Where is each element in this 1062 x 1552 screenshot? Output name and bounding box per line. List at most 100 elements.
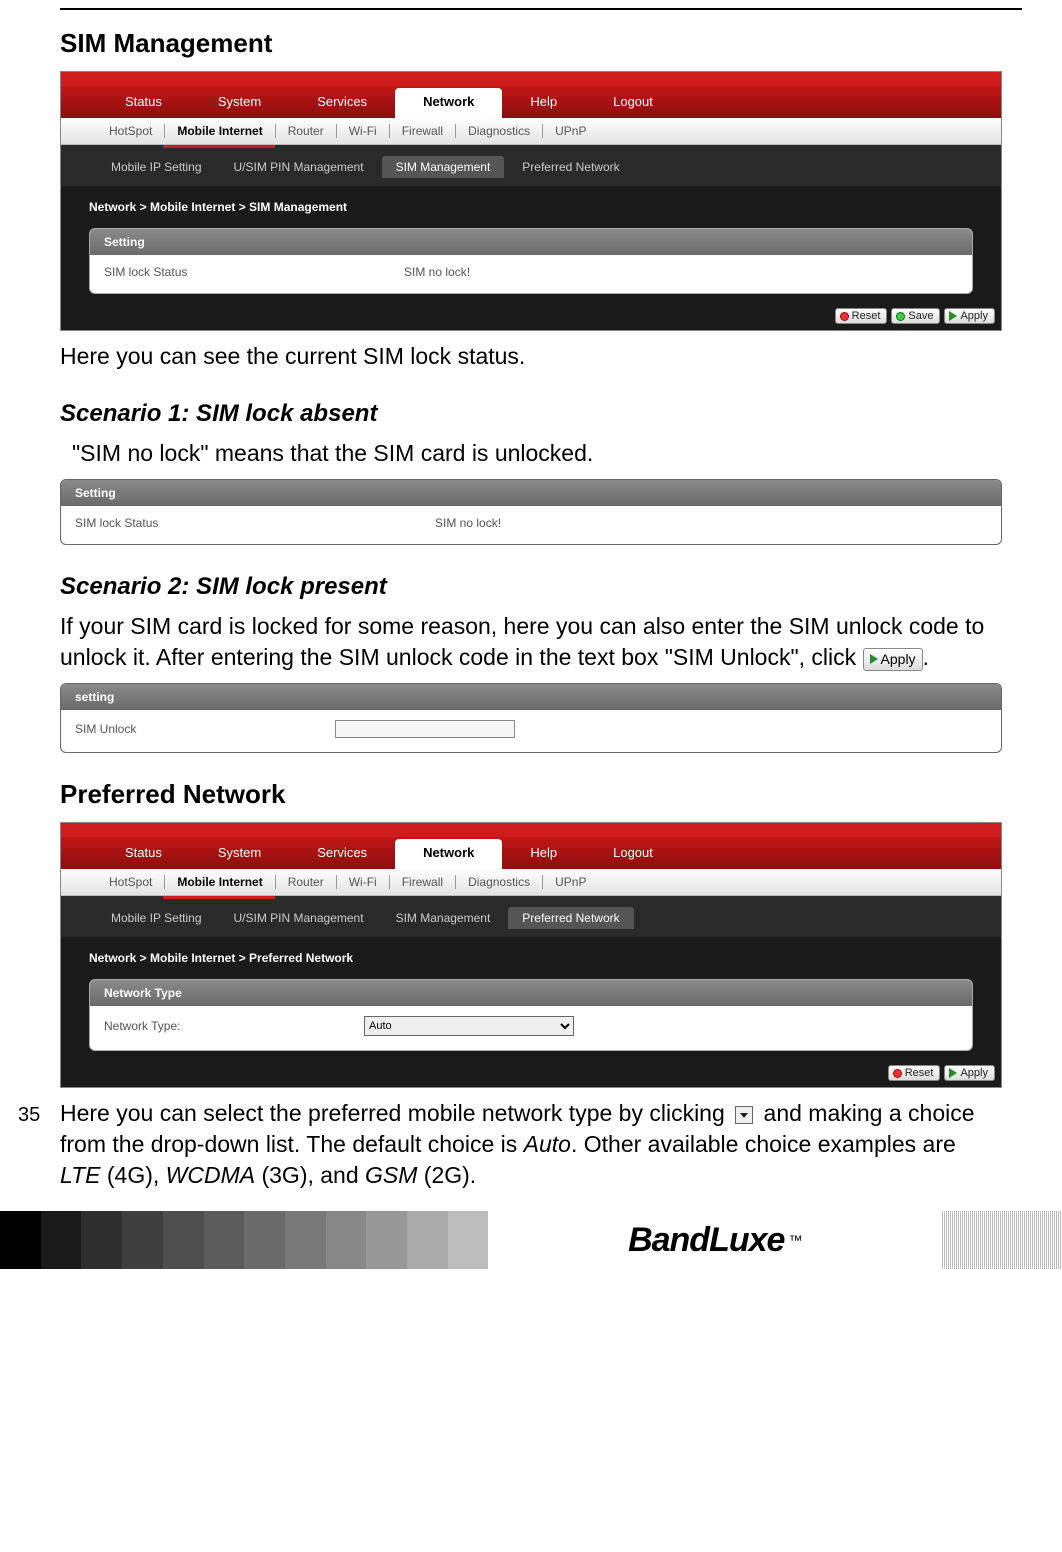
main-tabs: Status System Services Network Help Logo… [61, 837, 1001, 869]
pn-text-d: (4G), [100, 1162, 165, 1188]
scenario-2-text: If your SIM card is locked for some reas… [60, 611, 1002, 673]
main-tabs: Status System Services Network Help Logo… [61, 86, 1001, 118]
ttab-usim-pin-management[interactable]: U/SIM PIN Management [220, 907, 378, 929]
apply-label: Apply [960, 310, 988, 322]
save-icon [896, 312, 905, 321]
tertiary-tabs: Mobile IP Setting U/SIM PIN Management S… [61, 148, 1001, 186]
tab-system[interactable]: System [190, 86, 289, 118]
subtab-hotspot[interactable]: HotSpot [97, 875, 165, 889]
setting-row: Network Type: Auto [90, 1006, 972, 1050]
screenshot-setting-sim-unlock: setting SIM Unlock [60, 683, 1002, 753]
tab-services[interactable]: Services [289, 86, 395, 118]
footer-gradient-blocks [0, 1211, 489, 1269]
reset-label: Reset [852, 310, 881, 322]
save-button[interactable]: Save [891, 308, 940, 324]
pn-text-e: (3G), and [255, 1162, 365, 1188]
tab-system[interactable]: System [190, 837, 289, 869]
reset-icon [893, 1069, 902, 1078]
pn-choice-lte: LTE [60, 1162, 100, 1188]
heading-scenario-2: Scenario 2: SIM lock present [60, 573, 1002, 601]
heading-sim-management: SIM Management [60, 28, 1002, 59]
panel-header: Setting [90, 229, 972, 255]
tab-help[interactable]: Help [502, 86, 585, 118]
inline-apply-button: Apply [863, 648, 923, 671]
setting-panel: Setting SIM lock Status SIM no lock! [89, 228, 973, 294]
screenshot-preferred-network: Status System Services Network Help Logo… [60, 822, 1002, 1088]
subtab-mobile-internet[interactable]: Mobile Internet [165, 124, 275, 138]
trademark-symbol: ™ [788, 1232, 802, 1248]
ttab-preferred-network[interactable]: Preferred Network [508, 156, 633, 178]
sub-tabs: HotSpot Mobile Internet Router Wi-Fi Fir… [61, 118, 1001, 145]
apply-button[interactable]: Apply [944, 1065, 995, 1081]
ttab-mobile-ip-setting[interactable]: Mobile IP Setting [97, 907, 216, 929]
ttab-usim-pin-management[interactable]: U/SIM PIN Management [220, 156, 378, 178]
subtab-firewall[interactable]: Firewall [390, 875, 456, 889]
apply-icon [870, 654, 878, 664]
tab-logout[interactable]: Logout [585, 837, 681, 869]
subtab-diagnostics[interactable]: Diagnostics [456, 124, 543, 138]
breadcrumb: Network > Mobile Internet > Preferred Ne… [89, 951, 973, 965]
tab-services[interactable]: Services [289, 837, 395, 869]
sim-unlock-input[interactable] [335, 720, 515, 738]
ttab-sim-management[interactable]: SIM Management [382, 907, 505, 929]
save-label: Save [908, 310, 933, 322]
subtab-firewall[interactable]: Firewall [390, 124, 456, 138]
subtab-hotspot[interactable]: HotSpot [97, 124, 165, 138]
sim-lock-status-value: SIM no lock! [435, 516, 501, 530]
reset-label: Reset [905, 1067, 934, 1079]
footer-bar: BandLuxe™ [0, 1211, 1062, 1269]
sim-lock-status-label: SIM lock Status [75, 516, 435, 530]
page-number: 35 [18, 1104, 40, 1127]
panel-header: Setting [61, 480, 1001, 506]
dropdown-icon [735, 1106, 753, 1124]
tab-network[interactable]: Network [395, 839, 502, 869]
tab-status[interactable]: Status [97, 86, 190, 118]
tertiary-tabs: Mobile IP Setting U/SIM PIN Management S… [61, 899, 1001, 937]
network-type-select[interactable]: Auto [364, 1016, 574, 1036]
tab-logout[interactable]: Logout [585, 86, 681, 118]
preferred-network-text: Here you can select the preferred mobile… [60, 1098, 1002, 1191]
intro-text: Here you can see the current SIM lock st… [60, 341, 1002, 372]
tab-status[interactable]: Status [97, 837, 190, 869]
subtab-upnp[interactable]: UPnP [543, 124, 598, 138]
subtab-router[interactable]: Router [276, 124, 337, 138]
screenshot-sim-management: Status System Services Network Help Logo… [60, 71, 1002, 331]
apply-label: Apply [881, 650, 916, 669]
apply-icon [949, 311, 957, 321]
tab-help[interactable]: Help [502, 837, 585, 869]
top-red-strip [61, 823, 1001, 837]
apply-icon [949, 1068, 957, 1078]
reset-button[interactable]: Reset [888, 1065, 941, 1081]
scenario-2-text-a: If your SIM card is locked for some reas… [60, 613, 984, 670]
top-red-strip [61, 72, 1001, 86]
action-bar: Reset Save Apply [61, 304, 1001, 330]
subtab-active-marker [163, 896, 275, 899]
pn-text-f: (2G). [417, 1162, 476, 1188]
subtab-wifi[interactable]: Wi-Fi [337, 875, 390, 889]
ttab-preferred-network[interactable]: Preferred Network [508, 907, 633, 929]
sim-unlock-label: SIM Unlock [75, 722, 335, 736]
panel-header: Network Type [90, 980, 972, 1006]
setting-row: SIM lock Status SIM no lock! [61, 506, 1001, 544]
screenshot-setting-no-lock: Setting SIM lock Status SIM no lock! [60, 479, 1002, 545]
subtab-diagnostics[interactable]: Diagnostics [456, 875, 543, 889]
setting-row: SIM Unlock [61, 710, 1001, 752]
subtab-wifi[interactable]: Wi-Fi [337, 124, 390, 138]
panel-header: setting [61, 684, 1001, 710]
ttab-sim-management[interactable]: SIM Management [382, 156, 505, 178]
heading-scenario-1: Scenario 1: SIM lock absent [60, 400, 1002, 428]
subtab-active-marker [163, 145, 275, 148]
subtab-router[interactable]: Router [276, 875, 337, 889]
pn-text-a: Here you can select the preferred mobile… [60, 1100, 731, 1126]
pn-default-choice: Auto [524, 1131, 571, 1157]
subtab-mobile-internet[interactable]: Mobile Internet [165, 875, 275, 889]
ttab-mobile-ip-setting[interactable]: Mobile IP Setting [97, 156, 216, 178]
tab-network[interactable]: Network [395, 88, 502, 118]
reset-icon [840, 312, 849, 321]
apply-button[interactable]: Apply [944, 308, 995, 324]
pn-choice-gsm: GSM [365, 1162, 417, 1188]
subtab-upnp[interactable]: UPnP [543, 875, 598, 889]
network-type-label: Network Type: [104, 1019, 364, 1033]
reset-button[interactable]: Reset [835, 308, 888, 324]
scenario-1-text: "SIM no lock" means that the SIM card is… [72, 438, 1002, 469]
